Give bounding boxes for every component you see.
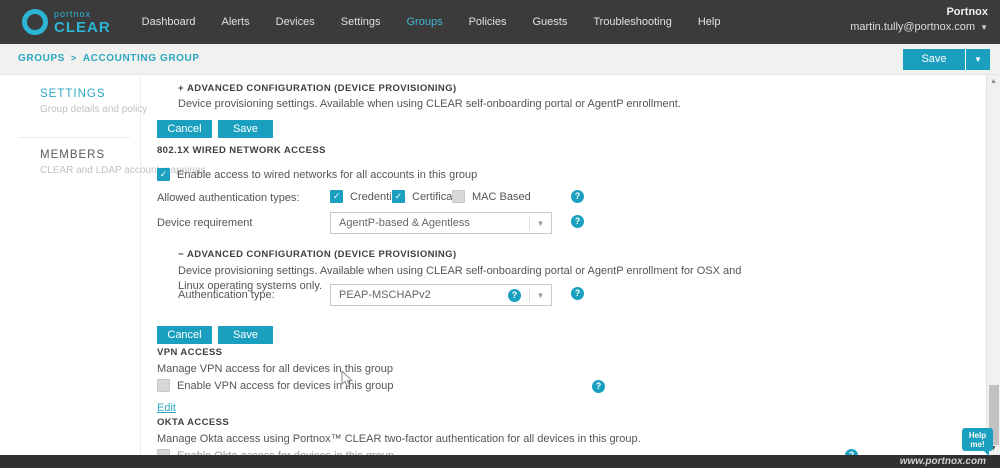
scroll-up-arrow-icon[interactable]: ▲ <box>990 78 997 85</box>
auth-types-label: Allowed authentication types: <box>157 192 299 204</box>
vpn-description: Manage VPN access for all devices in thi… <box>157 362 393 377</box>
advanced-config-top-title: ADVANCED CONFIGURATION (DEVICE PROVISION… <box>187 83 457 94</box>
cancel-button-2[interactable]: Cancel <box>157 326 212 344</box>
footer-bar: www.portnox.com <box>0 455 1000 468</box>
nav-items: Dashboard Alerts Devices Settings Groups… <box>129 0 734 44</box>
nav-item-help[interactable]: Help <box>685 0 734 44</box>
help-icon[interactable]: ? <box>592 380 605 393</box>
enable-wired-checkbox-row[interactable]: Enable access to wired networks for all … <box>157 168 477 181</box>
checkbox-checked-icon[interactable] <box>392 190 405 203</box>
advanced-config-inner-title: ADVANCED CONFIGURATION (DEVICE PROVISION… <box>187 249 457 260</box>
nav-item-guests[interactable]: Guests <box>519 0 580 44</box>
edit-link[interactable]: Edit <box>157 402 176 414</box>
nav-item-devices[interactable]: Devices <box>263 0 328 44</box>
checkbox-checked-icon[interactable] <box>157 168 170 181</box>
help-icon[interactable]: ? <box>571 215 584 228</box>
mac-based-label: MAC Based <box>472 191 531 203</box>
help-icon[interactable]: ? <box>571 190 584 203</box>
account-org: Portnox <box>850 6 988 18</box>
account-user: martin.tully@portnox.com <box>850 21 975 33</box>
footer-url: www.portnox.com <box>900 456 986 467</box>
portnox-clear-logo[interactable]: portnox CLEAR <box>22 9 111 35</box>
breadcrumb: GROUPS > ACCOUNTING GROUP <box>18 53 200 64</box>
sidebar-settings-label: SETTINGS <box>40 88 147 100</box>
page: portnox CLEAR Dashboard Alerts Devices S… <box>0 0 1000 468</box>
account-menu[interactable]: Portnox martin.tully@portnox.com ▼ <box>850 6 988 33</box>
mouse-cursor-icon <box>341 371 354 389</box>
auth-type-mac-based[interactable]: MAC Based <box>452 190 531 203</box>
auth-type-label: Authentication type: <box>178 289 275 301</box>
breadcrumb-separator-icon: > <box>71 53 77 63</box>
save-dropdown-chevron-icon[interactable]: ▼ <box>966 49 990 70</box>
brand-name: portnox <box>54 10 111 19</box>
cancel-button[interactable]: Cancel <box>157 120 212 138</box>
nav-item-dashboard[interactable]: Dashboard <box>129 0 209 44</box>
chevron-down-icon: ▼ <box>530 219 551 228</box>
breadcrumb-current: ACCOUNTING GROUP <box>83 53 200 64</box>
content-area: SETTINGS Group details and policy MEMBER… <box>0 75 1000 455</box>
help-icon[interactable]: ? <box>571 287 584 300</box>
enable-wired-label: Enable access to wired networks for all … <box>177 169 477 181</box>
vertical-scrollbar[interactable]: ▲ ▼ <box>986 75 1000 455</box>
advanced-config-top-toggle[interactable]: + ADVANCED CONFIGURATION (DEVICE PROVISI… <box>178 83 457 94</box>
checkbox-unchecked-icon[interactable] <box>452 190 465 203</box>
device-requirement-value: AgentP-based & Agentless <box>331 217 529 229</box>
enable-vpn-label: Enable VPN access for devices in this gr… <box>177 380 393 392</box>
nav-item-alerts[interactable]: Alerts <box>209 0 263 44</box>
save-button-form[interactable]: Save <box>218 120 273 138</box>
nav-item-settings[interactable]: Settings <box>328 0 394 44</box>
save-button[interactable]: Save <box>903 49 965 70</box>
help-icon[interactable]: ? <box>508 289 521 302</box>
nav-item-groups[interactable]: Groups <box>394 0 456 44</box>
help-me-button[interactable]: Help me! <box>962 428 993 451</box>
plus-icon: + <box>178 83 184 94</box>
sidebar-item-settings[interactable]: SETTINGS Group details and policy <box>40 88 147 115</box>
checkbox-unchecked-icon[interactable] <box>157 379 170 392</box>
auth-type-value: PEAP-MSCHAPv2 <box>331 289 508 301</box>
sidebar-divider <box>140 75 141 455</box>
portnox-ring-icon <box>22 9 48 35</box>
save-button-form-2[interactable]: Save <box>218 326 273 344</box>
auth-type-dropdown[interactable]: PEAP-MSCHAPv2 ? ▼ <box>330 284 552 306</box>
device-requirement-dropdown[interactable]: AgentP-based & Agentless ▼ <box>330 212 552 234</box>
okta-access-title: OKTA ACCESS <box>157 417 229 428</box>
minus-icon: − <box>178 249 184 260</box>
breadcrumb-bar: GROUPS > ACCOUNTING GROUP Save ▼ <box>0 44 1000 75</box>
top-navbar: portnox CLEAR Dashboard Alerts Devices S… <box>0 0 1000 44</box>
device-requirement-label: Device requirement <box>157 217 252 229</box>
advanced-config-top-description: Device provisioning settings. Available … <box>178 97 681 112</box>
sidebar-settings-sublabel: Group details and policy <box>40 104 147 115</box>
sidebar-section-divider <box>18 137 130 138</box>
nav-item-troubleshooting[interactable]: Troubleshooting <box>580 0 684 44</box>
save-split-button: Save ▼ <box>903 49 990 70</box>
vpn-access-title: VPN ACCESS <box>157 347 222 358</box>
breadcrumb-groups[interactable]: GROUPS <box>18 53 65 64</box>
chevron-down-icon: ▼ <box>530 291 551 300</box>
checkbox-checked-icon[interactable] <box>330 190 343 203</box>
enable-vpn-checkbox-row[interactable]: Enable VPN access for devices in this gr… <box>157 379 393 392</box>
wired-access-title: 802.1X WIRED NETWORK ACCESS <box>157 145 326 156</box>
advanced-config-inner-toggle[interactable]: − ADVANCED CONFIGURATION (DEVICE PROVISI… <box>178 249 457 260</box>
brand-product: CLEAR <box>54 20 111 35</box>
nav-item-policies[interactable]: Policies <box>456 0 520 44</box>
okta-description: Manage Okta access using Portnox™ CLEAR … <box>157 432 641 447</box>
chevron-down-icon: ▼ <box>980 23 988 32</box>
